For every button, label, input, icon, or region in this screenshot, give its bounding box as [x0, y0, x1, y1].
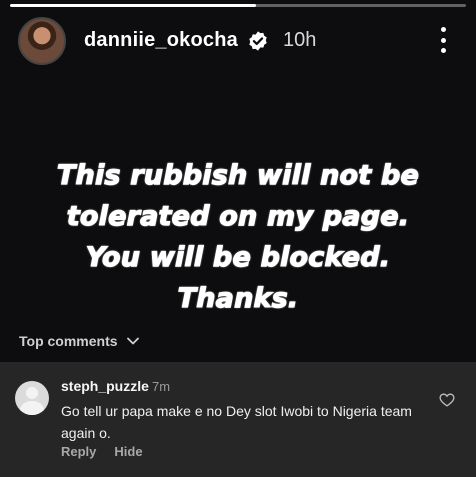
- more-vertical-icon[interactable]: [436, 23, 450, 57]
- hide-button[interactable]: Hide: [114, 444, 142, 459]
- reply-button[interactable]: Reply: [61, 444, 96, 459]
- comment-actions: Reply Hide: [61, 444, 143, 459]
- verified-badge-icon: [249, 31, 267, 51]
- story-header: danniie_okocha 10h: [0, 14, 476, 68]
- story-text-line: Thanks.: [177, 282, 299, 314]
- heart-icon[interactable]: [439, 392, 455, 407]
- story-timestamp: 10h: [283, 29, 317, 51]
- story-text-line: tolerated on my page.: [66, 200, 410, 232]
- story-text: This rubbish will not be tolerated on my…: [20, 155, 456, 319]
- story-viewer: danniie_okocha 10h This rubbish will not…: [0, 0, 476, 477]
- comment-text: Go tell ur papa make e no Dey slot Iwobi…: [61, 403, 412, 441]
- story-text-line: This rubbish will not be: [56, 159, 420, 191]
- story-progress-fill: [10, 4, 257, 7]
- comments-sheet: steph_puzzle 7m Go tell ur papa make e n…: [0, 362, 476, 477]
- chevron-down-icon: [126, 337, 139, 345]
- commenter-avatar[interactable]: [15, 381, 49, 415]
- story-progress-bar: [10, 4, 466, 7]
- top-comments-toggle[interactable]: Top comments: [19, 333, 140, 349]
- comment-timestamp: 7m: [152, 379, 171, 394]
- comment-username[interactable]: steph_puzzle: [61, 378, 149, 394]
- top-comments-label: Top comments: [19, 333, 118, 349]
- profile-avatar[interactable]: [18, 17, 66, 65]
- story-username[interactable]: danniie_okocha: [84, 29, 238, 52]
- story-text-line: You will be blocked.: [85, 241, 391, 273]
- story-panel[interactable]: danniie_okocha 10h This rubbish will not…: [0, 0, 476, 362]
